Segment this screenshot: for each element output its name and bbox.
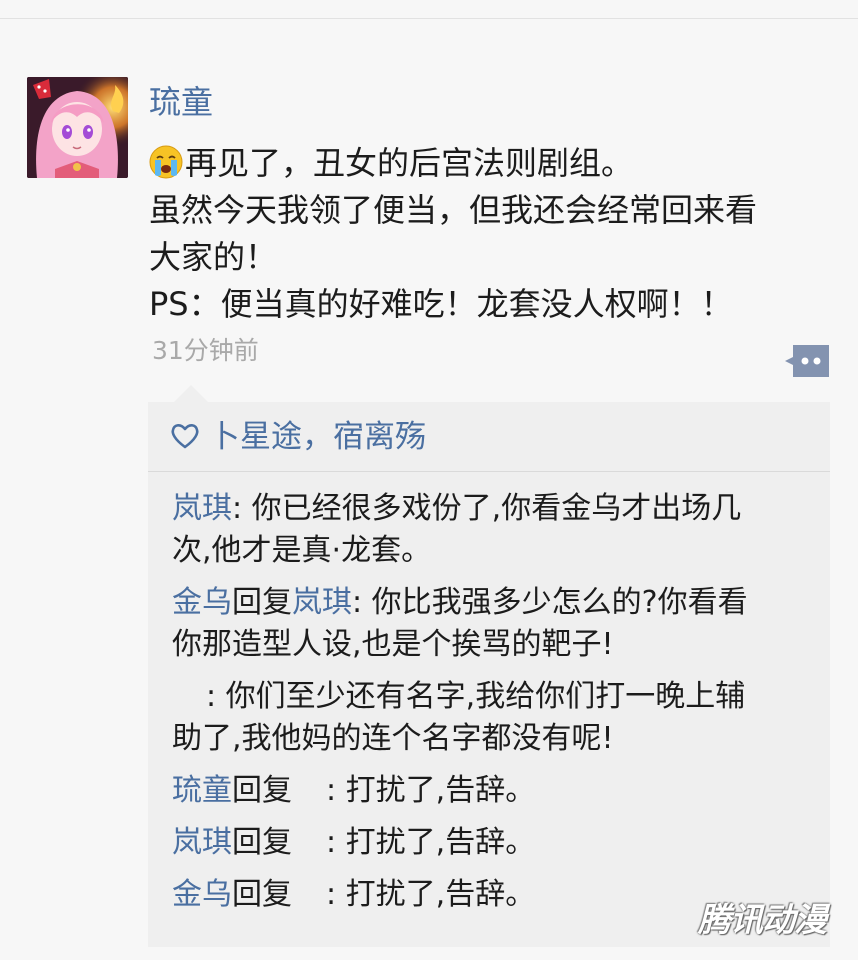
comment-text: 打扰了,告辞。	[345, 877, 536, 912]
comment-text: 你已经很多戏份了,你看金乌才出场几	[251, 491, 742, 526]
comment-author[interactable]: 金乌	[172, 585, 232, 620]
avatar-image	[27, 77, 128, 178]
post-author-name[interactable]: 琉童	[149, 80, 213, 124]
comment-text: 打扰了,告辞。	[345, 825, 536, 860]
comment-text: 你比我强多少怎么的?你看看	[371, 585, 748, 620]
comment-item[interactable]: 岚琪回复: 打扰了,告辞。	[172, 822, 812, 864]
post-line: 再见了，丑女的后宫法则剧组。	[149, 140, 839, 187]
comments-panel: 卜星途，宿离殇 岚琪: 你已经很多戏份了,你看金乌才出场几 次,他才是真·龙套。…	[148, 402, 830, 947]
comment-author[interactable]: 琉童	[172, 773, 232, 808]
comment-item[interactable]: 岚琪: 你已经很多戏份了,你看金乌才出场几 次,他才是真·龙套。	[172, 488, 812, 572]
comment-author[interactable]: 岚琪	[172, 825, 232, 860]
comment-item[interactable]: : 你们至少还有名字,我给你们打一晚上辅 助了,我他妈的连个名字都没有呢!	[172, 676, 812, 760]
comment-button[interactable]	[783, 343, 831, 379]
post-line-4: PS：便当真的好难吃！龙套没人权啊！！	[149, 285, 733, 323]
likes-row: 卜星途，宿离殇	[148, 402, 830, 471]
post-line-2: 虽然今天我领了便当，但我还会经常回来看	[149, 191, 758, 229]
likes-names[interactable]: 卜星途，宿离殇	[209, 415, 426, 459]
comment-separator: :	[206, 679, 226, 714]
top-divider	[0, 18, 858, 19]
comment-text: 你那造型人设,也是个挨骂的靶子!	[172, 627, 614, 662]
comment-separator: :	[326, 825, 346, 860]
avatar[interactable]	[27, 77, 128, 178]
reply-label: 回复	[232, 825, 292, 860]
reply-label: 回复	[232, 877, 292, 912]
comment-author[interactable]: 岚琪	[172, 491, 232, 526]
reply-target[interactable]: 岚琪	[292, 585, 352, 620]
likes-divider	[148, 471, 830, 472]
comment-separator: :	[326, 877, 346, 912]
crying-face-emoji-icon	[149, 145, 183, 179]
heart-outline-icon[interactable]	[170, 422, 200, 450]
comment-text: 你们至少还有名字,我给你们打一晚上辅	[225, 679, 746, 714]
comment-text: 助了,我他妈的连个名字都没有呢!	[172, 721, 614, 756]
comment-separator: :	[326, 773, 346, 808]
comment-text: 次,他才是真·龙套。	[172, 533, 432, 568]
post-timestamp: 31分钟前	[152, 336, 259, 365]
reply-label: 回复	[232, 773, 292, 808]
post-body: 再见了，丑女的后宫法则剧组。 虽然今天我领了便当，但我还会经常回来看 大家的！ …	[149, 140, 839, 328]
watermark-logo: 腾讯动漫	[698, 900, 827, 939]
comment-separator: :	[352, 585, 372, 620]
comment-item[interactable]: 金乌回复岚琪: 你比我强多少怎么的?你看看 你那造型人设,也是个挨骂的靶子!	[172, 582, 812, 666]
post-line-3: 大家的！	[149, 238, 278, 276]
comment-item[interactable]: 琉童回复: 打扰了,告辞。	[172, 770, 812, 812]
panel-pointer	[174, 385, 208, 402]
post-line-1: 再见了，丑女的后宫法则剧组。	[185, 144, 634, 182]
comment-bubble-icon	[785, 345, 829, 377]
comment-separator: :	[232, 491, 252, 526]
comment-author[interactable]: 金乌	[172, 877, 232, 912]
comment-text: 打扰了,告辞。	[345, 773, 536, 808]
reply-label: 回复	[232, 585, 292, 620]
